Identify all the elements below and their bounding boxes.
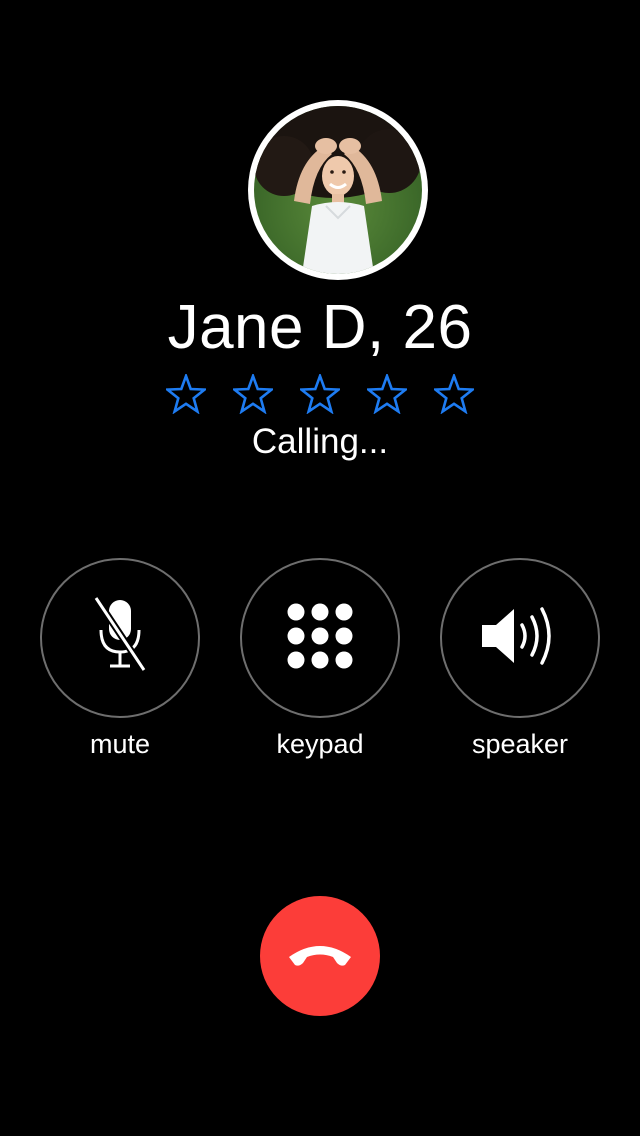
star-outline-icon[interactable]: [432, 366, 477, 422]
keypad-grid-icon: [287, 603, 353, 674]
star-outline-icon[interactable]: [164, 366, 209, 422]
phone-hangup-icon: [285, 939, 355, 974]
star-outline-icon[interactable]: [298, 366, 343, 422]
avatar-photo: [254, 106, 422, 274]
mute-button[interactable]: [40, 558, 200, 718]
star-outline-icon[interactable]: [231, 366, 276, 422]
speaker-button[interactable]: [440, 558, 600, 718]
keypad-button[interactable]: [240, 558, 400, 718]
keypad-control: keypad: [240, 558, 400, 759]
keypad-label: keypad: [276, 729, 364, 759]
rating[interactable]: [0, 366, 640, 422]
contact-name: Jane D, 26: [167, 293, 473, 362]
avatar-ring: [248, 100, 428, 280]
mute-label: mute: [89, 729, 151, 759]
microphone-muted-icon: [90, 595, 150, 681]
speaker-control: speaker: [440, 558, 600, 759]
mute-control: mute: [40, 558, 200, 759]
avatar: [254, 106, 422, 274]
end-call-button[interactable]: [260, 896, 380, 1016]
speaker-icon: [478, 601, 562, 676]
star-outline-icon[interactable]: [365, 366, 410, 422]
call-status: Calling...: [251, 422, 389, 461]
speaker-label: speaker: [471, 729, 569, 759]
